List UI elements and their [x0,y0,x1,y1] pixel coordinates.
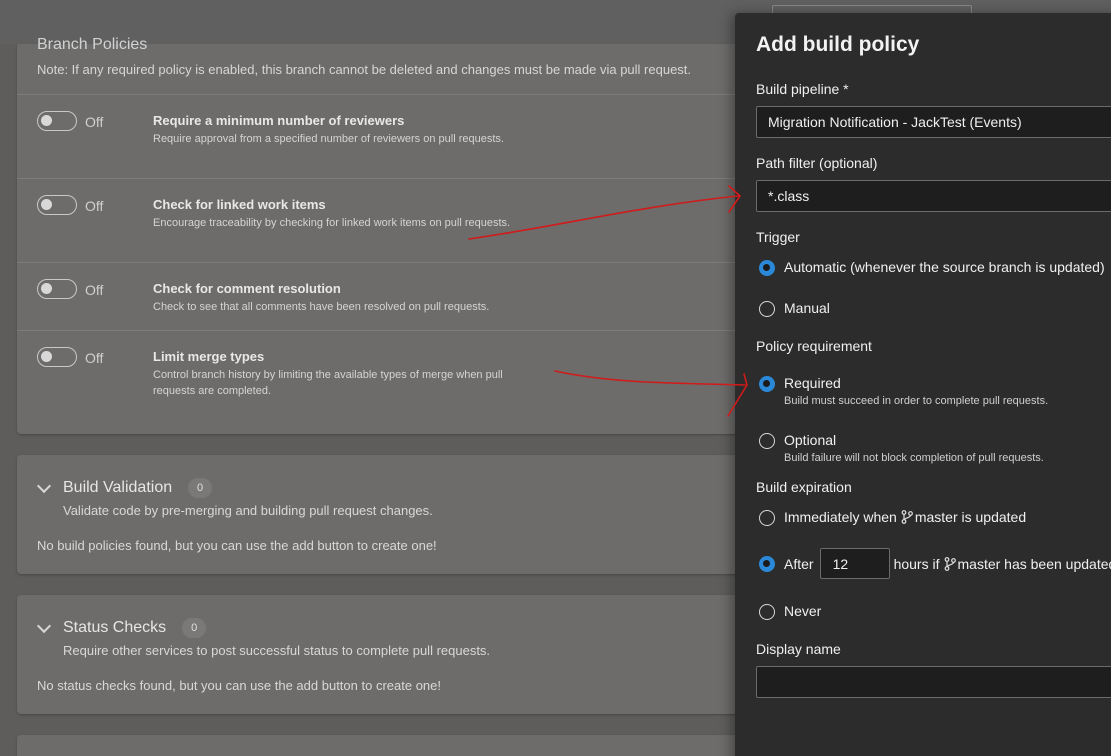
requirement-optional-option[interactable]: Optional Build failure will not block co… [759,432,1044,464]
policy-description: Control branch history by limiting the a… [153,369,503,397]
path-filter-value: *.class [768,188,810,204]
radio-label: Optional [784,432,837,448]
policy-row-min-reviewers: Off Require a minimum number of reviewer… [17,94,747,178]
count-badge: 0 [182,618,207,638]
build-pipeline-value: Migration Notification - JackTest (Event… [768,114,1022,130]
expiration-never-option[interactable]: Never [759,603,821,620]
display-name-input[interactable] [756,666,1111,698]
status-checks-card: Status Checks 0 Require other services t… [17,595,747,714]
status-checks-header[interactable]: Status Checks 0 [36,617,207,639]
radio-button-checked[interactable] [759,376,775,392]
panel-title: Add build policy [756,33,920,56]
expiration-immediately-text: Immediately when [784,509,897,525]
radio-label: Immediately when master is updated [784,509,1026,525]
section-title: Branch Policies [37,36,148,53]
toggle-switch[interactable] [37,347,77,367]
toggle-state-label: Off [85,350,104,366]
count-badge: 0 [188,478,213,498]
toggle-switch[interactable] [37,195,77,215]
path-filter-input[interactable]: *.class [756,180,1111,212]
radio-button[interactable] [759,301,775,317]
build-validation-empty-message: No build policies found, but you can use… [37,538,437,553]
policy-requirement-label: Policy requirement [756,338,872,354]
next-section-card [17,735,747,756]
expiration-after-option[interactable]: After 12 hours if master has been update… [759,548,1111,579]
radio-label: Manual [784,300,830,316]
toggle-knob [41,283,52,294]
chevron-down-icon[interactable] [36,478,52,494]
policy-title: Limit merge types [153,349,265,364]
build-expiration-label: Build expiration [756,479,852,495]
build-validation-title: Build Validation [63,479,173,496]
branch-icon [901,510,913,524]
radio-button-checked[interactable] [759,555,775,572]
radio-button[interactable] [759,433,775,449]
policy-row-comment-resolution: Off Check for comment resolution Check t… [17,262,747,330]
trigger-automatic-option[interactable]: Automatic (whenever the source branch is… [759,259,1105,276]
toggle-knob [41,199,52,210]
policy-title: Check for comment resolution [153,281,341,296]
policy-row-linked-work-items: Off Check for linked work items Encourag… [17,178,747,262]
radio-label: Never [784,603,822,619]
hours-input[interactable]: 12 [819,548,890,579]
policy-title: Check for linked work items [153,197,326,212]
branch-policies-card: Branch Policies Note: If any required po… [17,36,747,434]
hours-if-text: hours if [893,555,940,572]
policy-row-limit-merge-types: Off Limit merge types Control branch his… [17,330,747,414]
radio-label: Required [784,375,841,391]
radio-sublabel: Build failure will not block completion … [784,452,1044,464]
path-filter-label: Path filter (optional) [756,155,878,171]
expiration-immediately-option[interactable]: Immediately when master is updated [759,509,1026,526]
hours-value: 12 [832,555,849,572]
section-note: Note: If any required policy is enabled,… [37,62,692,77]
status-checks-title: Status Checks [63,619,167,636]
toggle-state-label: Off [85,114,104,130]
radio-sublabel: Build must succeed in order to complete … [784,395,1049,407]
add-build-policy-panel: Add build policy Build pipeline * Migrat… [735,13,1111,756]
branch-name-text: master is updated [914,509,1027,525]
policy-description: Check to see that all comments have been… [153,301,490,313]
radio-button-checked[interactable] [759,260,775,276]
status-checks-empty-message: No status checks found, but you can use … [37,678,441,693]
policy-title: Require a minimum number of reviewers [153,113,405,128]
expiration-after-text: After [784,555,814,572]
toggle-knob [41,351,52,362]
radio-label: After 12 hours if master has been update… [784,548,1111,579]
policy-description: Require approval from a specified number… [153,133,504,145]
branch-icon [944,556,956,571]
build-pipeline-dropdown[interactable]: Migration Notification - JackTest (Event… [756,106,1111,138]
policy-description: Encourage traceability by checking for l… [153,217,511,229]
radio-label: Automatic (whenever the source branch is… [784,259,1105,275]
toggle-knob [41,115,52,126]
display-name-label: Display name [756,641,841,657]
branch-name-text: master has been updated [957,555,1111,572]
build-validation-description: Validate code by pre-merging and buildin… [63,503,433,518]
toggle-switch[interactable] [37,111,77,131]
toggle-switch[interactable] [37,279,77,299]
trigger-manual-option[interactable]: Manual [759,300,830,317]
build-pipeline-label: Build pipeline * [756,81,849,97]
status-checks-description: Require other services to post successfu… [63,643,491,658]
radio-button[interactable] [759,510,775,526]
toggle-state-label: Off [85,198,104,214]
toggle-state-label: Off [85,282,104,298]
build-validation-card: Build Validation 0 Validate code by pre-… [17,455,747,574]
build-validation-header[interactable]: Build Validation 0 [36,477,213,499]
chevron-down-icon[interactable] [36,618,52,634]
trigger-label: Trigger [756,229,800,245]
radio-button[interactable] [759,604,775,620]
requirement-required-option[interactable]: Required Build must succeed in order to … [759,375,1048,407]
